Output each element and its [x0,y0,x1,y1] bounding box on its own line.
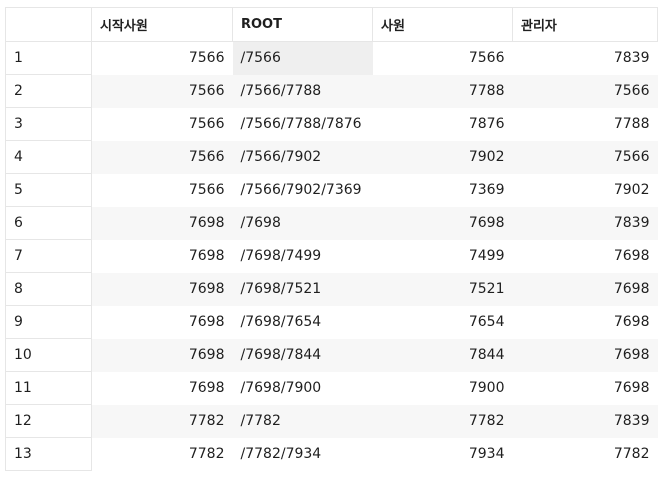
cell-employee[interactable]: 7902 [372,140,513,174]
cell-manager[interactable]: 7902 [512,173,658,207]
result-grid: 시작사원 ROOT 사원 관리자 1 7566/7566 7566 7839 2 7566… [0,0,668,480]
cell-manager[interactable]: 7839 [512,404,658,438]
table-row[interactable]: 6 7698/7698 7698 7839 [5,206,658,240]
table-row[interactable]: 2 7566/7566/7788 7788 7566 [5,74,658,108]
cell-root[interactable]: /7782 [232,404,373,438]
row-number[interactable]: 3 [5,107,92,141]
table-row[interactable]: 3 7566/7566/7788/7876 7876 7788 [5,107,658,141]
row-number[interactable]: 1 [5,41,92,75]
cell-employee[interactable]: 7934 [372,437,513,471]
cell-employee[interactable]: 7369 [372,173,513,207]
column-header-start-employee[interactable]: 시작사원 [91,7,233,42]
cell-start-employee[interactable]: 7698 [91,206,233,240]
cell-manager[interactable]: 7788 [512,107,658,141]
cell-start-employee[interactable]: 7566 [91,107,233,141]
cell-start-employee[interactable]: 7782 [91,437,233,471]
cell-root[interactable]: /7698/7521 [232,272,373,306]
cell-manager[interactable]: 7698 [512,239,658,273]
row-number[interactable]: 13 [5,437,92,471]
cell-start-employee[interactable]: 7698 [91,272,233,306]
cell-manager[interactable]: 7698 [512,272,658,306]
cell-root[interactable]: /7698/7900 [232,371,373,405]
table-row[interactable]: 5 7566/7566/7902/7369 7369 7902 [5,173,658,207]
cell-root[interactable]: /7566/7902/7369 [232,173,373,207]
cell-start-employee[interactable]: 7698 [91,305,233,339]
cell-start-employee[interactable]: 7566 [91,74,233,108]
cell-start-employee[interactable]: 7566 [91,140,233,174]
table-row[interactable]: 10 7698/7698/7844 7844 7698 [5,338,658,372]
cell-manager[interactable]: 7698 [512,338,658,372]
row-number[interactable]: 12 [5,404,92,438]
corner-header[interactable] [5,7,92,42]
cell-root[interactable]: /7782/7934 [232,437,373,471]
cell-manager[interactable]: 7566 [512,74,658,108]
row-number[interactable]: 5 [5,173,92,207]
cell-employee[interactable]: 7499 [372,239,513,273]
row-number[interactable]: 10 [5,338,92,372]
table-row[interactable]: 1 7566/7566 7566 7839 [5,41,658,75]
cell-manager[interactable]: 7566 [512,140,658,174]
cell-root[interactable]: /7566/7788/7876 [232,107,373,141]
cell-root[interactable]: /7698 [232,206,373,240]
table-row[interactable]: 7 7698/7698/7499 7499 7698 [5,239,658,273]
cell-root[interactable]: /7566 [232,41,373,75]
cell-start-employee[interactable]: 7698 [91,338,233,372]
cell-manager[interactable]: 7698 [512,371,658,405]
cell-manager[interactable]: 7698 [512,305,658,339]
table-row[interactable]: 9 7698/7698/7654 7654 7698 [5,305,658,339]
cell-employee[interactable]: 7782 [372,404,513,438]
cell-employee[interactable]: 7698 [372,206,513,240]
cell-start-employee[interactable]: 7566 [91,173,233,207]
cell-employee[interactable]: 7900 [372,371,513,405]
cell-start-employee[interactable]: 7698 [91,239,233,273]
cell-employee[interactable]: 7566 [372,41,513,75]
column-header-root[interactable]: ROOT [232,7,373,42]
cell-root[interactable]: /7698/7844 [232,338,373,372]
cell-start-employee[interactable]: 7698 [91,371,233,405]
cell-employee[interactable]: 7654 [372,305,513,339]
cell-employee[interactable]: 7844 [372,338,513,372]
row-number[interactable]: 2 [5,74,92,108]
cell-root[interactable]: /7566/7902 [232,140,373,174]
header-row: 시작사원 ROOT 사원 관리자 [5,7,658,42]
cell-root[interactable]: /7698/7654 [232,305,373,339]
table-row[interactable]: 4 7566/7566/7902 7902 7566 [5,140,658,174]
cell-employee[interactable]: 7876 [372,107,513,141]
row-number[interactable]: 7 [5,239,92,273]
cell-manager[interactable]: 7839 [512,41,658,75]
row-number[interactable]: 8 [5,272,92,306]
row-number[interactable]: 4 [5,140,92,174]
cell-manager[interactable]: 7782 [512,437,658,471]
cell-employee[interactable]: 7788 [372,74,513,108]
cell-manager[interactable]: 7839 [512,206,658,240]
cell-root[interactable]: /7698/7499 [232,239,373,273]
column-header-manager[interactable]: 관리자 [512,7,658,42]
table-row[interactable]: 12 7782/7782 7782 7839 [5,404,658,438]
cell-start-employee[interactable]: 7566 [91,41,233,75]
row-number[interactable]: 6 [5,206,92,240]
result-table: 시작사원 ROOT 사원 관리자 1 7566/7566 7566 7839 2 7566… [5,7,658,471]
cell-root[interactable]: /7566/7788 [232,74,373,108]
table-row[interactable]: 11 7698/7698/7900 7900 7698 [5,371,658,405]
row-number[interactable]: 11 [5,371,92,405]
column-header-employee[interactable]: 사원 [372,7,513,42]
cell-employee[interactable]: 7521 [372,272,513,306]
table-row[interactable]: 13 7782/7782/7934 7934 7782 [5,437,658,471]
cell-start-employee[interactable]: 7782 [91,404,233,438]
table-row[interactable]: 8 7698/7698/7521 7521 7698 [5,272,658,306]
row-number[interactable]: 9 [5,305,92,339]
